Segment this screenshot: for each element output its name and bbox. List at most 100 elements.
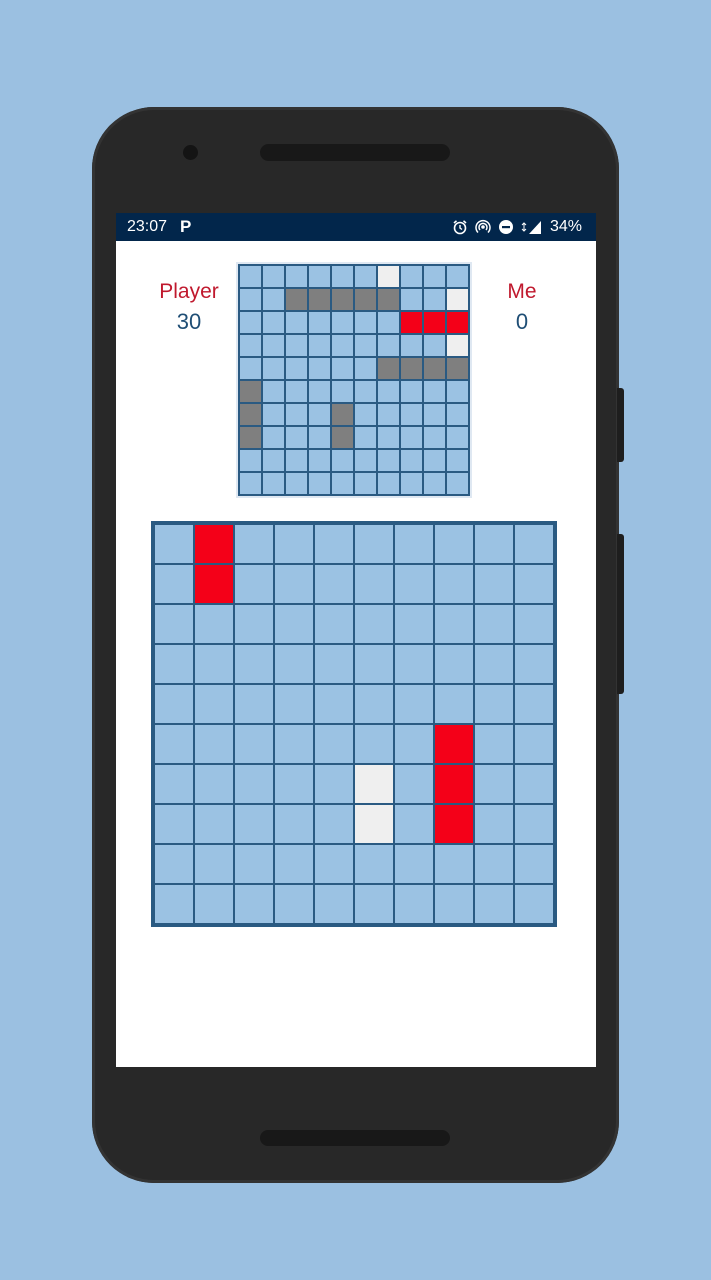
board-cell-water[interactable]	[514, 644, 554, 684]
board-cell-water[interactable]	[154, 644, 194, 684]
board-cell-water[interactable]	[314, 644, 354, 684]
board-cell-water[interactable]	[154, 604, 194, 644]
board-cell-water[interactable]	[234, 604, 274, 644]
board-cell-water[interactable]	[234, 884, 274, 924]
board-cell-water[interactable]	[274, 684, 314, 724]
board-cell-water[interactable]	[314, 844, 354, 884]
board-cell-water[interactable]	[274, 564, 314, 604]
board-cell-water[interactable]	[194, 724, 234, 764]
board-cell-water[interactable]	[194, 804, 234, 844]
board-cell-water[interactable]	[354, 524, 394, 564]
board-cell-water[interactable]	[474, 684, 514, 724]
board-cell-water[interactable]	[194, 764, 234, 804]
board-cell-water[interactable]	[194, 644, 234, 684]
board-cell-water[interactable]	[474, 564, 514, 604]
board-cell-water[interactable]	[314, 604, 354, 644]
board-cell-water[interactable]	[514, 684, 554, 724]
board-cell-water[interactable]	[514, 524, 554, 564]
board-cell-water[interactable]	[394, 724, 434, 764]
board-cell-water[interactable]	[314, 804, 354, 844]
board-cell-water[interactable]	[314, 724, 354, 764]
board-cell-water[interactable]	[154, 684, 194, 724]
board-cell-water[interactable]	[394, 764, 434, 804]
board-cell-water[interactable]	[154, 724, 194, 764]
board-cell-water[interactable]	[154, 884, 194, 924]
board-cell-water[interactable]	[434, 604, 474, 644]
target-board[interactable]	[151, 521, 557, 927]
board-cell-water[interactable]	[394, 564, 434, 604]
board-cell-miss[interactable]	[354, 804, 394, 844]
board-cell-water[interactable]	[394, 644, 434, 684]
board-cell-water[interactable]	[474, 884, 514, 924]
board-cell-water[interactable]	[274, 524, 314, 564]
board-cell-water[interactable]	[474, 844, 514, 884]
board-cell-water[interactable]	[474, 764, 514, 804]
board-cell-water[interactable]	[234, 524, 274, 564]
board-cell-water[interactable]	[354, 724, 394, 764]
board-cell-water[interactable]	[354, 884, 394, 924]
board-cell-water[interactable]	[434, 564, 474, 604]
board-cell-water[interactable]	[274, 604, 314, 644]
board-cell-water[interactable]	[514, 604, 554, 644]
board-cell-water[interactable]	[234, 644, 274, 684]
board-cell-water[interactable]	[394, 844, 434, 884]
board-cell-water[interactable]	[194, 884, 234, 924]
board-cell-water[interactable]	[234, 844, 274, 884]
board-cell-water[interactable]	[274, 844, 314, 884]
board-cell-hit[interactable]	[434, 764, 474, 804]
board-cell-water[interactable]	[354, 604, 394, 644]
board-cell-water[interactable]	[154, 844, 194, 884]
board-cell-miss[interactable]	[354, 764, 394, 804]
board-cell-water[interactable]	[154, 524, 194, 564]
board-cell-water[interactable]	[394, 804, 434, 844]
board-cell-water[interactable]	[434, 524, 474, 564]
board-cell-water[interactable]	[234, 724, 274, 764]
board-cell-water[interactable]	[474, 724, 514, 764]
board-cell-water[interactable]	[394, 884, 434, 924]
board-cell-water[interactable]	[514, 764, 554, 804]
board-cell-water[interactable]	[354, 644, 394, 684]
board-cell-water[interactable]	[434, 844, 474, 884]
board-cell-water[interactable]	[314, 684, 354, 724]
board-cell-water[interactable]	[514, 804, 554, 844]
board-cell-water[interactable]	[514, 564, 554, 604]
board-cell-hit[interactable]	[194, 524, 234, 564]
board-cell-water[interactable]	[314, 564, 354, 604]
board-cell-water[interactable]	[354, 684, 394, 724]
board-cell-water[interactable]	[234, 764, 274, 804]
board-cell-water[interactable]	[514, 844, 554, 884]
board-cell-water[interactable]	[434, 644, 474, 684]
board-cell-water[interactable]	[274, 644, 314, 684]
board-cell-water[interactable]	[434, 684, 474, 724]
board-cell-water[interactable]	[394, 604, 434, 644]
board-cell-water[interactable]	[274, 764, 314, 804]
board-cell-hit[interactable]	[194, 564, 234, 604]
board-cell-water[interactable]	[234, 564, 274, 604]
board-cell-water[interactable]	[434, 884, 474, 924]
board-cell-water[interactable]	[154, 564, 194, 604]
board-cell-water[interactable]	[194, 684, 234, 724]
board-cell-water[interactable]	[194, 844, 234, 884]
board-cell-water[interactable]	[354, 844, 394, 884]
board-cell-water[interactable]	[354, 564, 394, 604]
board-cell-water[interactable]	[274, 724, 314, 764]
board-cell-water[interactable]	[514, 724, 554, 764]
board-cell-water[interactable]	[474, 644, 514, 684]
board-cell-water[interactable]	[474, 524, 514, 564]
board-cell-water[interactable]	[514, 884, 554, 924]
board-cell-water[interactable]	[274, 884, 314, 924]
board-cell-water[interactable]	[394, 684, 434, 724]
board-cell-water[interactable]	[274, 804, 314, 844]
board-cell-hit[interactable]	[434, 804, 474, 844]
board-cell-water[interactable]	[474, 804, 514, 844]
board-cell-water[interactable]	[194, 604, 234, 644]
board-cell-hit[interactable]	[434, 724, 474, 764]
board-cell-water[interactable]	[474, 604, 514, 644]
board-cell-water[interactable]	[394, 524, 434, 564]
board-cell-water[interactable]	[234, 684, 274, 724]
board-cell-water[interactable]	[154, 764, 194, 804]
board-cell-water[interactable]	[234, 804, 274, 844]
board-cell-water[interactable]	[154, 804, 194, 844]
board-cell-water[interactable]	[314, 764, 354, 804]
board-cell-water[interactable]	[314, 884, 354, 924]
